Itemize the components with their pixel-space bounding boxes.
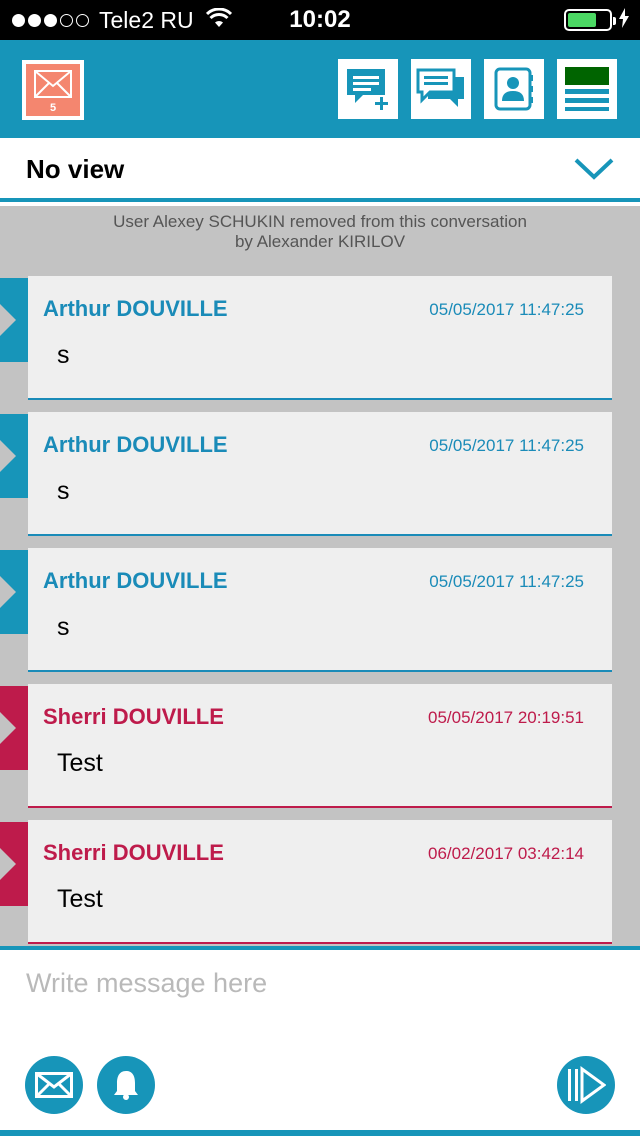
- menu-icon: [565, 67, 609, 111]
- new-message-icon: [347, 69, 388, 110]
- sender-marker: [0, 414, 28, 498]
- conversations-button[interactable]: [411, 59, 471, 119]
- clock: 10:02: [289, 6, 351, 33]
- message-input[interactable]: [26, 968, 606, 999]
- message-text: Test: [57, 885, 103, 913]
- sender-marker: [0, 278, 28, 362]
- view-selector[interactable]: No view: [0, 138, 640, 202]
- sender-marker: [0, 550, 28, 634]
- message-timestamp: 05/05/2017 11:47:25: [429, 436, 584, 455]
- bell-icon: [114, 1071, 138, 1100]
- message-author: Arthur DOUVILLE: [43, 432, 228, 457]
- sender-marker: [0, 822, 28, 906]
- sender-marker: [0, 686, 28, 770]
- compose-area: [0, 946, 640, 1136]
- message-item[interactable]: Sherri DOUVILLE 06/02/2017 03:42:14 Test: [28, 820, 612, 944]
- charging-icon: [618, 7, 630, 33]
- send-icon: [568, 1066, 606, 1104]
- new-message-button[interactable]: [338, 59, 398, 119]
- message-item[interactable]: Sherri DOUVILLE 05/05/2017 20:19:51 Test: [28, 684, 612, 808]
- notification-button[interactable]: [97, 1056, 155, 1114]
- system-message: User Alexey SCHUKIN removed from this co…: [113, 212, 527, 251]
- message-text: s: [57, 613, 70, 641]
- battery-icon: [564, 9, 616, 31]
- mail-icon: [34, 70, 72, 98]
- view-title: No view: [26, 154, 125, 184]
- message-timestamp: 05/05/2017 11:47:25: [429, 300, 584, 319]
- message-item[interactable]: Arthur DOUVILLE 05/05/2017 11:47:25 s: [28, 548, 612, 672]
- message-item[interactable]: Arthur DOUVILLE 05/05/2017 11:47:25 s: [28, 276, 612, 400]
- message-author: Sherri DOUVILLE: [43, 704, 224, 729]
- top-toolbar: 5: [0, 40, 640, 138]
- message-text: s: [57, 341, 70, 369]
- unread-count: 5: [49, 102, 57, 114]
- status-bar: Tele2 RU 10:02: [0, 0, 640, 40]
- bottom-bar: [0, 1130, 640, 1136]
- message-timestamp: 06/02/2017 03:42:14: [428, 844, 584, 863]
- mail-icon: [35, 1072, 73, 1098]
- message-author: Sherri DOUVILLE: [43, 840, 224, 865]
- message-item[interactable]: Arthur DOUVILLE 05/05/2017 11:47:25 s: [28, 412, 612, 536]
- contacts-button[interactable]: [484, 59, 544, 119]
- conversations-icon: [416, 68, 464, 107]
- email-button[interactable]: [25, 1056, 83, 1114]
- conversation-area[interactable]: User Alexey SCHUKIN removed from this co…: [0, 206, 640, 946]
- status-right: [564, 0, 630, 40]
- send-button[interactable]: [557, 1056, 615, 1114]
- message-timestamp: 05/05/2017 20:19:51: [428, 708, 584, 727]
- message-timestamp: 05/05/2017 11:47:25: [429, 572, 584, 591]
- message-text: Test: [57, 749, 103, 777]
- message-author: Arthur DOUVILLE: [43, 296, 228, 321]
- unread-mail-button[interactable]: 5: [22, 60, 84, 120]
- chevron-down-icon[interactable]: [574, 158, 614, 180]
- menu-button[interactable]: [557, 59, 617, 119]
- message-author: Arthur DOUVILLE: [43, 568, 228, 593]
- message-text: s: [57, 477, 70, 505]
- contacts-icon: [494, 67, 533, 111]
